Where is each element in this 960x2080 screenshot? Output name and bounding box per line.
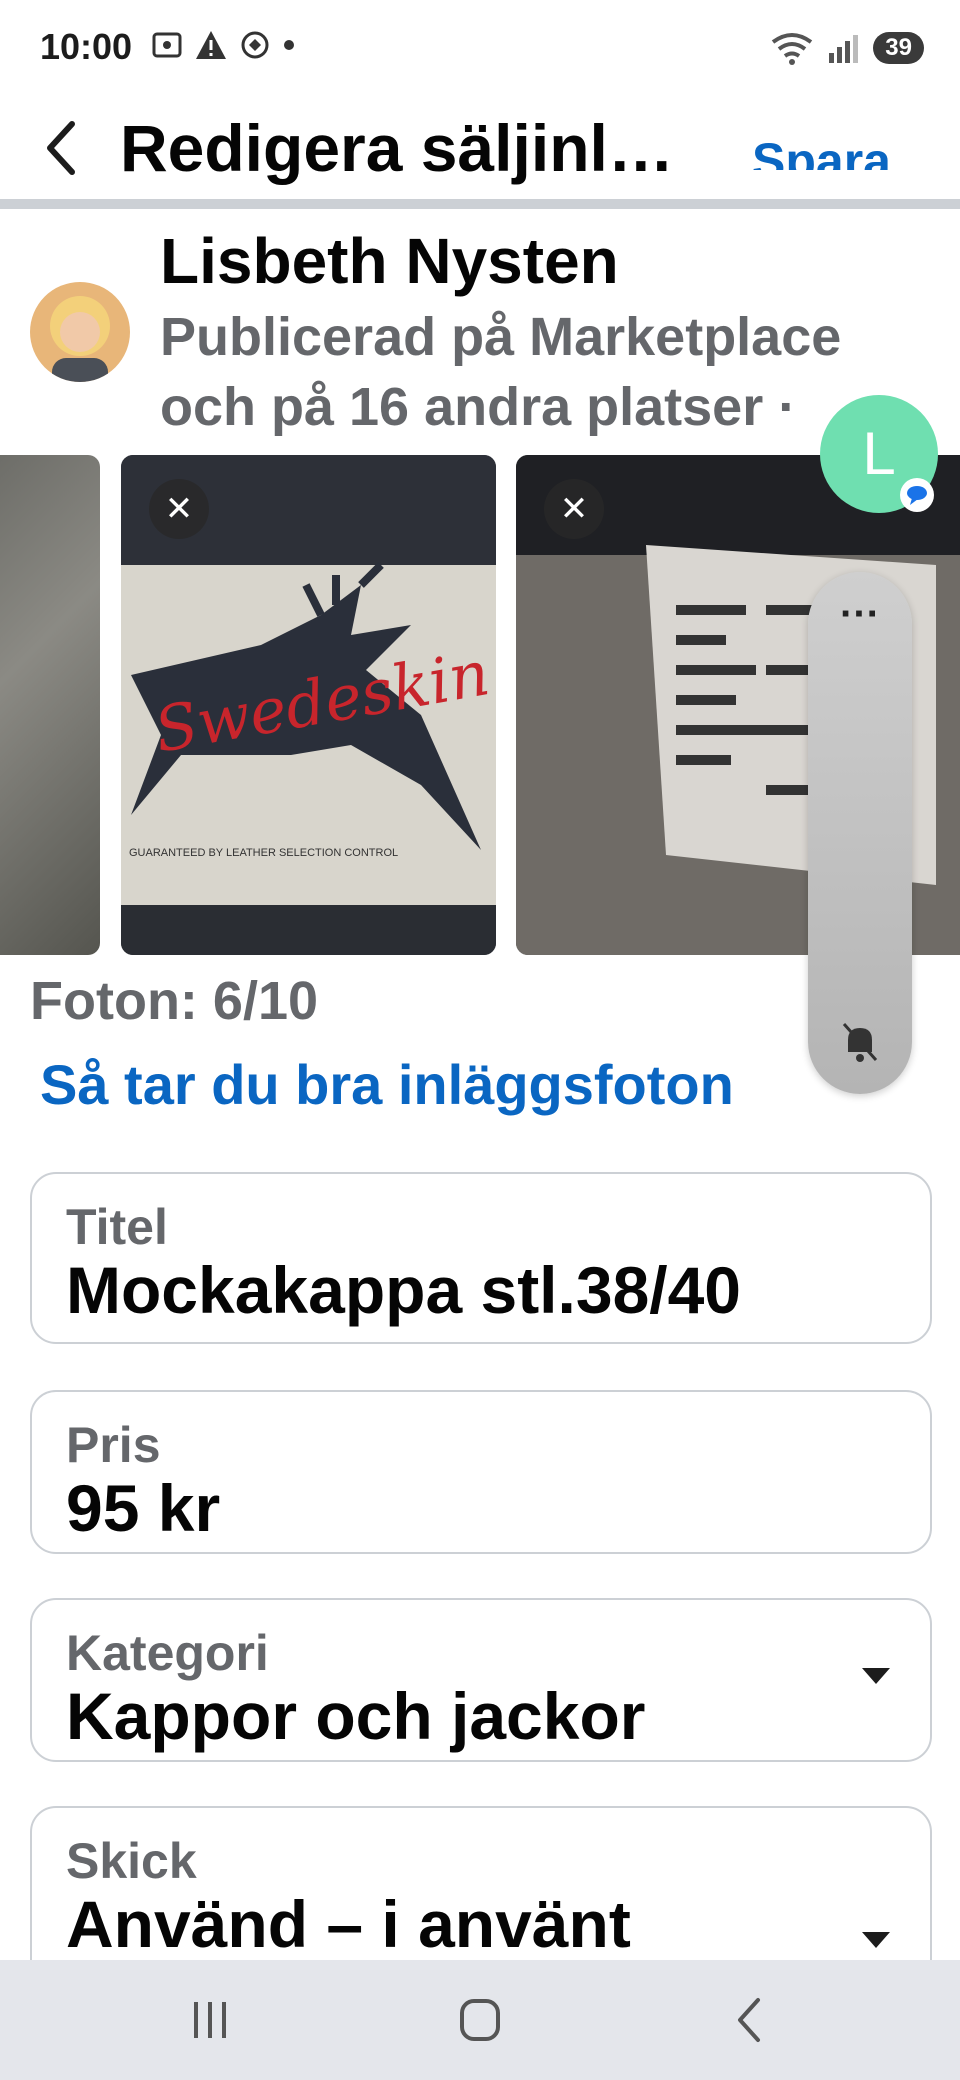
recent-apps-icon xyxy=(194,2002,226,2038)
page-title: Redigera säljinl… xyxy=(120,111,674,185)
seller-name: Lisbeth Nysten xyxy=(160,225,619,297)
category-field-label: Kategori xyxy=(66,1625,269,1681)
message-bubble-icon xyxy=(907,486,927,505)
signal-icon xyxy=(829,35,859,63)
system-back-icon xyxy=(738,1998,760,2042)
price-field[interactable]: Pris 95 kr xyxy=(30,1390,932,1554)
back-arrow-icon xyxy=(47,121,75,175)
brand-label-smalltext: GUARANTEED BY LEATHER SELECTION CONTROL xyxy=(129,847,399,859)
condition-field-value: Använd – i använt xyxy=(66,1887,631,1961)
app-notification-icon xyxy=(241,31,269,59)
back-button[interactable] xyxy=(38,118,88,178)
profile-photo xyxy=(30,282,130,382)
dot-icon xyxy=(284,40,294,50)
floating-side-panel[interactable]: ··· xyxy=(808,572,912,1094)
status-icons-right: 39 xyxy=(769,30,924,66)
chat-badge xyxy=(900,478,934,512)
header: Redigera säljinl… Spara xyxy=(0,100,960,200)
home-button[interactable] xyxy=(440,1990,520,2050)
title-field[interactable]: Titel Mockakappa stl.38/40 xyxy=(30,1172,932,1344)
category-field[interactable]: Kategori Kappor och jackor xyxy=(30,1598,932,1762)
recent-apps-button[interactable] xyxy=(170,1990,250,2050)
dropdown-caret-icon xyxy=(862,1668,890,1684)
more-options-button[interactable]: ··· xyxy=(808,594,912,634)
photo-count: Foton: 6/10 xyxy=(30,971,319,1031)
status-icons-left xyxy=(150,28,296,62)
status-time: 10:00 xyxy=(40,26,133,67)
screenshot-icon xyxy=(152,32,182,58)
mute-button[interactable] xyxy=(840,1020,880,1069)
photo-thumbnail[interactable]: Swedeskin GUARANTEED BY LEATHER SELECTIO… xyxy=(121,455,496,955)
price-field-value[interactable]: 95 kr xyxy=(66,1470,220,1546)
price-field-label: Pris xyxy=(66,1417,161,1473)
warning-icon xyxy=(196,31,226,59)
home-icon xyxy=(460,1999,500,2041)
system-back-button[interactable] xyxy=(710,1990,790,2050)
title-field-label: Titel xyxy=(66,1199,168,1255)
title-field-value[interactable]: Mockakappa stl.38/40 xyxy=(66,1252,741,1328)
photo-thumbnail[interactable] xyxy=(0,455,100,955)
wifi-icon xyxy=(772,33,813,65)
publish-info[interactable]: Publicerad på Marketplace och på 16 andr… xyxy=(160,302,920,442)
notifications-off-icon xyxy=(842,1023,878,1062)
remove-photo-button[interactable]: ✕ xyxy=(544,479,604,539)
save-button[interactable]: Spara xyxy=(752,136,891,170)
battery-indicator: 39 xyxy=(873,32,924,64)
system-nav-bar xyxy=(0,1960,960,2080)
header-divider xyxy=(0,199,960,209)
avatar xyxy=(30,282,130,382)
condition-field-label: Skick xyxy=(66,1833,197,1889)
status-bar: 10:00 39 xyxy=(0,0,960,100)
remove-photo-button[interactable]: ✕ xyxy=(149,479,209,539)
category-field-value: Kappor och jackor xyxy=(66,1679,646,1753)
photo-tips-link[interactable]: Så tar du bra inläggsfoton xyxy=(40,1052,734,1117)
dropdown-caret-icon xyxy=(862,1932,890,1948)
